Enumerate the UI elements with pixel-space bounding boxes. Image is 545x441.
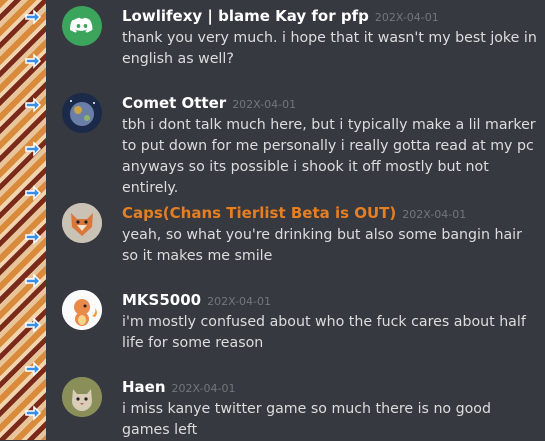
username[interactable]: Haen: [122, 378, 166, 396]
sticker-image: [0, 132, 46, 176]
username[interactable]: Lowlifexy | blame Kay for pfp: [122, 7, 369, 25]
message-text: i'm mostly confused about who the fuck c…: [122, 314, 526, 351]
discord-logo-icon: [69, 17, 93, 33]
username[interactable]: MKS5000: [122, 291, 201, 309]
message-text: i miss kanye twitter game so much there …: [122, 401, 491, 438]
username[interactable]: Caps(Chans Tierlist Beta is OUT): [122, 204, 396, 222]
message-text: thank you very much. i hope that it wasn…: [122, 30, 537, 67]
avatar[interactable]: [62, 203, 102, 243]
message-text: tbh i dont talk much here, but i typical…: [122, 117, 536, 196]
timestamp: 202X-04-01: [171, 382, 236, 395]
avatar[interactable]: [62, 93, 102, 133]
sticker-image: [0, 44, 46, 88]
sticker-image: [0, 264, 46, 308]
charmander-avatar: [62, 290, 102, 330]
message-text: yeah, so what you're drinking but also s…: [122, 227, 522, 264]
sticker-image: [0, 352, 46, 396]
timestamp: 202X-04-01: [402, 208, 467, 221]
sticker-image: [0, 396, 46, 440]
sticker-image: [0, 176, 46, 220]
timestamp: 202X-04-01: [207, 295, 272, 308]
sticker-image: [0, 0, 46, 44]
planet-avatar: [62, 93, 102, 133]
fox-mask-avatar: [62, 203, 102, 243]
avatar[interactable]: [62, 377, 102, 417]
left-emoji-strip: [0, 0, 46, 440]
sticker-image: [0, 88, 46, 132]
cat-avatar: [62, 377, 102, 417]
username[interactable]: Comet Otter: [122, 94, 226, 112]
avatar[interactable]: [62, 290, 102, 330]
timestamp: 202X-04-01: [374, 11, 439, 24]
sticker-image: [0, 308, 46, 352]
avatar[interactable]: [62, 6, 102, 46]
sticker-image: [0, 220, 46, 264]
timestamp: 202X-04-01: [232, 98, 297, 111]
